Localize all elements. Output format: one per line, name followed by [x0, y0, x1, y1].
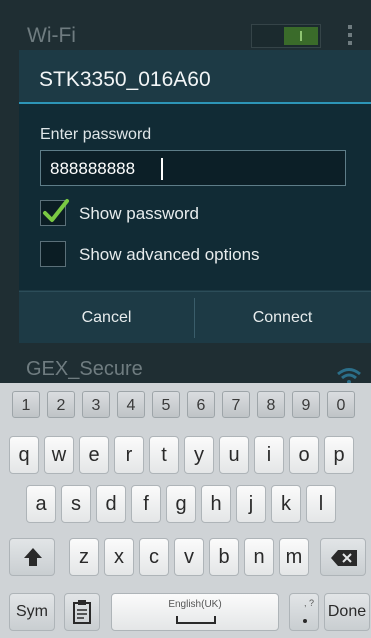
space-bar-icon	[176, 616, 216, 624]
on-screen-keyboard: 1 2 3 4 5 6 7 8 9 0 q w e r t y u i o p …	[0, 383, 371, 638]
show-password-row[interactable]: Show password	[40, 199, 360, 228]
text-cursor	[161, 158, 163, 180]
key-5[interactable]: 5	[152, 391, 180, 418]
wifi-toggle[interactable]	[251, 24, 321, 48]
key-r[interactable]: r	[114, 436, 144, 474]
key-d[interactable]: d	[96, 485, 126, 523]
sym-key[interactable]: Sym	[9, 593, 55, 631]
shift-arrow-icon	[24, 548, 42, 566]
svg-text:?: ?	[309, 598, 314, 608]
key-q[interactable]: q	[9, 436, 39, 474]
key-m[interactable]: m	[279, 538, 309, 576]
key-1[interactable]: 1	[12, 391, 40, 418]
key-0[interactable]: 0	[327, 391, 355, 418]
password-input[interactable]: 888888888	[40, 150, 346, 186]
svg-text:,: ,	[304, 598, 307, 608]
period-icon: ? ,	[303, 598, 314, 623]
key-c[interactable]: c	[139, 538, 169, 576]
key-v[interactable]: v	[174, 538, 204, 576]
backspace-icon	[331, 550, 357, 566]
key-t[interactable]: t	[149, 436, 179, 474]
password-value: 888888888	[50, 159, 136, 178]
dialog-body: Enter password 888888888 Show password S…	[19, 104, 371, 290]
key-n[interactable]: n	[244, 538, 274, 576]
wifi-settings-screen: Wi-Fi GEX_Secure STK3350_016A60 Enter pa…	[0, 0, 371, 638]
key-7[interactable]: 7	[222, 391, 250, 418]
key-l[interactable]: l	[306, 485, 336, 523]
backspace-key[interactable]	[320, 538, 366, 576]
key-x[interactable]: x	[104, 538, 134, 576]
checkmark-icon	[43, 199, 69, 222]
key-9[interactable]: 9	[292, 391, 320, 418]
wifi-password-dialog: STK3350_016A60 Enter password 888888888 …	[19, 50, 371, 343]
advanced-options-label: Show advanced options	[79, 245, 260, 264]
dialog-buttons: Cancel Connect	[19, 291, 371, 343]
clipboard-icon	[73, 600, 91, 624]
key-s[interactable]: s	[61, 485, 91, 523]
done-key[interactable]: Done	[324, 593, 370, 631]
key-k[interactable]: k	[271, 485, 301, 523]
key-a[interactable]: a	[26, 485, 56, 523]
key-8[interactable]: 8	[257, 391, 285, 418]
dialog-title: STK3350_016A60	[39, 68, 211, 91]
key-f[interactable]: f	[131, 485, 161, 523]
space-language-label: English(UK)	[168, 599, 222, 610]
clipboard-key[interactable]	[64, 593, 100, 631]
key-p[interactable]: p	[324, 436, 354, 474]
password-label: Enter password	[40, 126, 152, 143]
key-h[interactable]: h	[201, 485, 231, 523]
key-6[interactable]: 6	[187, 391, 215, 418]
key-j[interactable]: j	[236, 485, 266, 523]
cancel-button[interactable]: Cancel	[19, 292, 194, 343]
overflow-menu-icon[interactable]	[344, 22, 356, 50]
key-o[interactable]: o	[289, 436, 319, 474]
key-i[interactable]: i	[254, 436, 284, 474]
key-w[interactable]: w	[44, 436, 74, 474]
key-b[interactable]: b	[209, 538, 239, 576]
wifi-title: Wi-Fi	[27, 24, 76, 47]
key-y[interactable]: y	[184, 436, 214, 474]
show-password-label: Show password	[79, 204, 200, 223]
advanced-options-checkbox[interactable]	[40, 241, 66, 267]
wifi-toggle-knob	[284, 27, 318, 45]
key-g[interactable]: g	[166, 485, 196, 523]
key-z[interactable]: z	[69, 538, 99, 576]
network-name-gex-secure[interactable]: GEX_Secure	[26, 358, 143, 381]
punctuation-key[interactable]: ? ,	[289, 593, 319, 631]
key-e[interactable]: e	[79, 436, 109, 474]
advanced-options-row[interactable]: Show advanced options	[40, 241, 360, 269]
wifi-header: Wi-Fi	[0, 18, 371, 54]
key-u[interactable]: u	[219, 436, 249, 474]
space-key[interactable]: English(UK)	[111, 593, 279, 631]
wifi-signal-icon	[337, 368, 361, 384]
shift-key[interactable]	[9, 538, 55, 576]
connect-button[interactable]: Connect	[195, 292, 370, 343]
key-2[interactable]: 2	[47, 391, 75, 418]
key-3[interactable]: 3	[82, 391, 110, 418]
key-4[interactable]: 4	[117, 391, 145, 418]
